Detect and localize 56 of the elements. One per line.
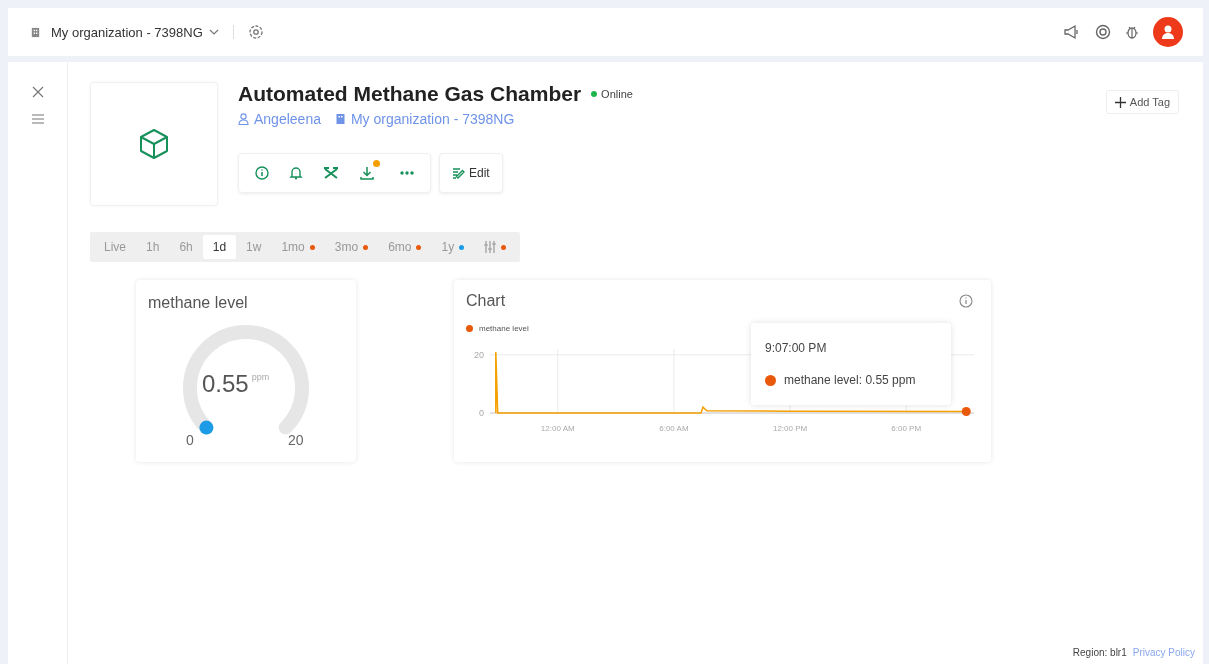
user-icon (238, 113, 249, 125)
chevron-down-icon (208, 28, 219, 36)
time-range-tab[interactable]: 6mo (378, 235, 432, 259)
time-range-tab[interactable]: 1mo (271, 235, 325, 259)
owner-link[interactable]: Angeleena (238, 111, 321, 127)
region-label: Region: blr1 (1072, 647, 1127, 658)
edit-button[interactable]: Edit (439, 153, 503, 193)
avatar[interactable] (1153, 17, 1183, 47)
widget-title: Chart (466, 292, 506, 310)
megaphone-icon[interactable] (1063, 24, 1081, 40)
building-icon (334, 113, 346, 125)
more-icon[interactable] (400, 171, 414, 175)
edit-icon (452, 166, 465, 180)
time-range-tab[interactable]: 1d (202, 235, 237, 259)
y-tick-label: 20 (474, 349, 484, 360)
x-tick-label: 6:00 AM (659, 424, 689, 433)
tooltip-value: methane level: 0.55 ppm (784, 373, 916, 387)
time-range-tab[interactable]: Live (94, 235, 136, 259)
x-tick-label: 12:00 AM (540, 424, 575, 433)
cube-icon (137, 127, 171, 161)
time-range-tab[interactable]: 1h (136, 235, 170, 259)
y-tick-label: 0 (479, 408, 484, 418)
legend-item: methane level (466, 324, 529, 333)
sliders-icon (484, 241, 497, 253)
tools-icon[interactable] (323, 166, 339, 180)
building-icon (30, 26, 41, 38)
time-range-tab[interactable]: 3mo (324, 235, 379, 259)
info-icon[interactable] (959, 294, 973, 308)
gauge-unit: ppm (251, 372, 270, 382)
bug-icon[interactable] (1125, 24, 1139, 40)
widget-title: methane level (148, 294, 249, 312)
time-range-tab[interactable]: 1y (431, 235, 475, 259)
tooltip-time: 9:07:00 PM (765, 341, 828, 355)
download-icon[interactable] (359, 160, 380, 181)
gauge-max-label: 20 (288, 432, 304, 448)
organization-link[interactable]: My organization - 7398NG (334, 111, 515, 127)
organization-dropdown[interactable]: My organization - 7398NG (30, 24, 219, 40)
add-tag-button[interactable]: Add Tag (1105, 90, 1179, 114)
data-point (961, 407, 971, 417)
gauge-marker (199, 420, 214, 435)
close-icon[interactable] (31, 86, 44, 98)
time-range-tab[interactable]: 1w (236, 235, 272, 259)
gauge-value: 0.55 (202, 370, 249, 398)
lifebuoy-icon[interactable] (1095, 24, 1111, 40)
device-title: Automated Methane Gas Chamber (238, 82, 582, 106)
bell-icon[interactable] (289, 166, 303, 180)
plus-icon (1114, 96, 1126, 108)
settings-icon[interactable] (247, 24, 264, 40)
time-range-tab[interactable]: 6h (169, 235, 203, 259)
status-label: Online (601, 88, 633, 100)
x-tick-label: 6:00 PM (891, 424, 922, 433)
info-icon[interactable] (255, 166, 269, 180)
user-icon (1161, 24, 1175, 40)
privacy-policy-link[interactable]: Privacy Policy (1132, 647, 1195, 658)
x-tick-label: 12:00 PM (772, 424, 808, 433)
gauge-min-label: 0 (186, 432, 194, 448)
